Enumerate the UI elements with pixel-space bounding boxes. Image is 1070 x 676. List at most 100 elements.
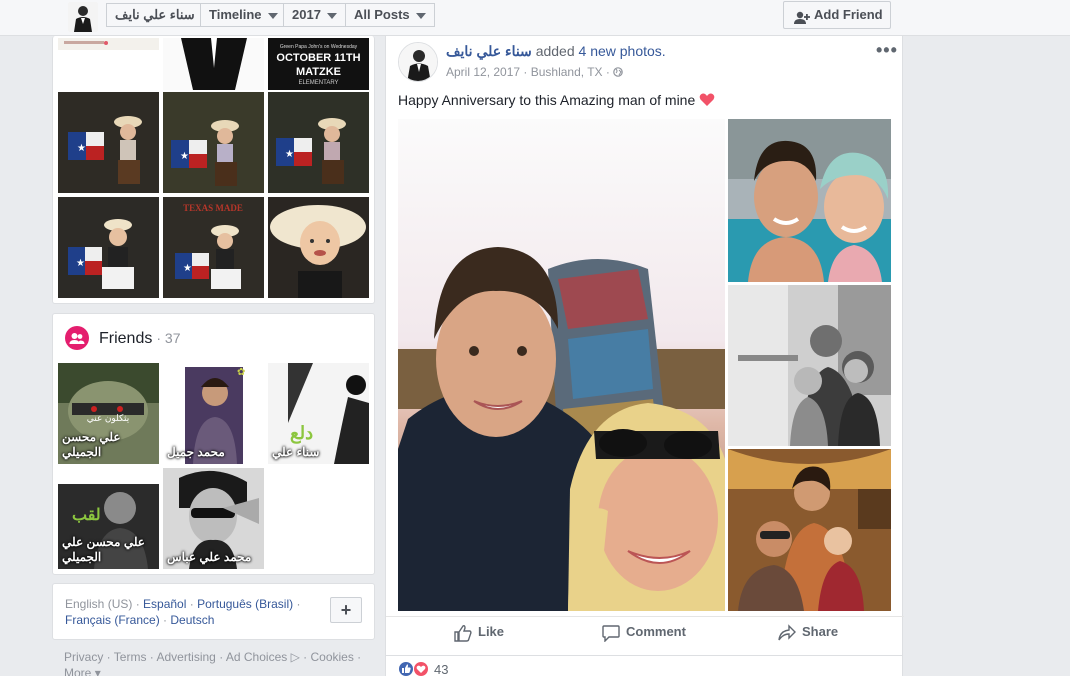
svg-text:لقب: لقب	[72, 507, 101, 524]
texas-made-text: TEXAS MADE	[183, 203, 243, 213]
caret-down-icon: ▾	[94, 666, 101, 676]
photo-thumbnail[interactable]: ★	[163, 92, 264, 193]
post-photo-thumb[interactable]	[728, 119, 891, 282]
photo-thumbnail[interactable]: Green Papa John's on Wednesday October 1…	[268, 38, 369, 90]
add-language-button[interactable]: +	[330, 597, 362, 623]
footer-link-advertising[interactable]: Advertising	[156, 650, 215, 664]
reaction-count: 43	[434, 662, 449, 676]
svg-text:★: ★	[77, 143, 86, 154]
chevron-down-icon	[326, 12, 337, 19]
svg-text:★: ★	[285, 149, 294, 160]
language-link-pt[interactable]: Português (Brasil)	[197, 597, 293, 611]
footer-link-privacy[interactable]: Privacy	[64, 650, 103, 664]
language-link-fr[interactable]: Français (France)	[65, 613, 160, 627]
svg-text:★: ★	[180, 151, 189, 162]
friend-tile[interactable]: ✿ محمد جميل	[163, 363, 264, 464]
post-date[interactable]: April 12, 2017	[446, 65, 520, 79]
share-button[interactable]: Share	[778, 617, 838, 647]
add-friend-label: Add Friend	[814, 7, 883, 22]
post-meta: April 12, 2017 · Bushland, TX ·	[446, 65, 624, 79]
footer-links: Privacy · Terms · Advertising · Ad Choic…	[64, 649, 374, 676]
share-label: Share	[802, 624, 839, 639]
comment-button[interactable]: Comment	[602, 617, 686, 647]
poster-subtitle-text: Elementary	[298, 80, 339, 86]
timeline-header-bar: سناء علي نايف Timeline 2017 All Posts Ad…	[0, 0, 1070, 36]
post-author-avatar[interactable]	[398, 42, 438, 82]
photo-thumbnail[interactable]	[163, 38, 264, 90]
friend-name: علي محسن علي الجميلي	[62, 535, 145, 564]
post-photo-thumb[interactable]	[728, 285, 891, 446]
like-reaction-icon	[398, 661, 414, 676]
friends-title-label: Friends	[99, 330, 153, 347]
footer-link-cookies[interactable]: Cookies	[310, 650, 353, 664]
profile-name-label: سناء علي نايف	[115, 7, 195, 22]
comment-icon	[602, 624, 626, 643]
ad-choices-icon: ▷	[287, 650, 300, 664]
current-language: English (US)	[65, 597, 133, 611]
post-header: سناء علي نايف added 4 new photos.	[446, 43, 666, 60]
post-photo-thumb[interactable]	[728, 449, 891, 611]
chevron-down-icon	[415, 12, 426, 19]
friend-tile[interactable]: لقب علي محسن علي الجميلي	[58, 468, 159, 569]
language-list: English (US) · Español · Português (Bras…	[65, 597, 301, 627]
photo-thumbnail[interactable]: ★	[268, 92, 369, 193]
poster-small-text: Green Papa John's on Wednesday	[279, 44, 358, 50]
friend-tile[interactable]: محمد علي عباس	[163, 468, 264, 569]
plus-icon: +	[340, 600, 352, 620]
poster-school-text: Matzke	[295, 66, 341, 78]
photo-thumbnail[interactable]: TEXAS MADE ★	[163, 197, 264, 298]
friend-name: محمد جميل	[167, 445, 225, 459]
post-author-link[interactable]: سناء علي نايف	[446, 43, 532, 59]
post-options-menu[interactable]: •••	[876, 40, 898, 61]
ad-choices-label: Ad Choices	[225, 650, 288, 664]
friend-name: سناء علي	[272, 445, 320, 459]
language-link-de[interactable]: Deutsch	[170, 613, 214, 627]
like-icon	[454, 624, 478, 642]
svg-text:★: ★	[76, 258, 85, 269]
post-text: Happy Anniversary to this Amazing man of…	[398, 92, 715, 108]
photo-thumbnail[interactable]: ★	[58, 92, 159, 193]
language-link-es[interactable]: Español	[143, 597, 186, 611]
like-button[interactable]: Like	[454, 617, 504, 647]
friends-card: Friends · 37 يثكلون عني علي محسن الجميلي …	[52, 313, 375, 575]
photos-card: Green Papa John's on Wednesday October 1…	[52, 36, 375, 304]
add-friend-button[interactable]: Add Friend	[783, 1, 891, 29]
friend-name: محمد علي عباس	[167, 550, 252, 564]
footer-link-terms[interactable]: Terms	[114, 650, 147, 664]
timeline-dropdown[interactable]: Timeline	[200, 3, 287, 27]
friend-tile[interactable]: دلع سناء علي	[268, 363, 369, 464]
globe-icon[interactable]	[613, 65, 624, 79]
filter-label: All Posts	[354, 7, 410, 22]
post-action-bar: Like Comment Share	[386, 616, 904, 646]
svg-text:يثكلون عني: يثكلون عني	[87, 413, 130, 424]
footer-link-ad-choices[interactable]: Ad Choices ▷	[226, 650, 300, 664]
timeline-label: Timeline	[209, 7, 262, 22]
photo-thumbnail[interactable]: ★	[58, 197, 159, 298]
post-location[interactable]: Bushland, TX	[531, 65, 603, 79]
post-message: Happy Anniversary to this Amazing man of…	[398, 92, 696, 108]
love-reaction-icon	[413, 661, 429, 676]
profile-avatar[interactable]	[68, 2, 98, 32]
chevron-down-icon	[267, 12, 278, 19]
heart-icon	[699, 92, 715, 108]
reactions-summary[interactable]: 43	[385, 656, 903, 676]
profile-name-button[interactable]: سناء علي نايف	[106, 3, 204, 27]
year-dropdown[interactable]: 2017	[283, 3, 346, 27]
friends-count: · 37	[156, 330, 181, 346]
filter-dropdown[interactable]: All Posts	[345, 3, 435, 27]
photo-thumbnail[interactable]	[268, 197, 369, 298]
post-photo-main[interactable]	[398, 119, 725, 611]
friends-icon	[65, 326, 89, 350]
post-card: سناء علي نايف added 4 new photos. April …	[385, 36, 904, 656]
friends-title[interactable]: Friends · 37	[99, 330, 180, 348]
poster-date-text: October 11th	[276, 52, 361, 64]
post-photos-link[interactable]: 4 new photos.	[579, 43, 666, 59]
language-card: English (US) · Español · Português (Bras…	[52, 583, 375, 640]
svg-text:✿: ✿	[237, 367, 245, 378]
footer-link-more[interactable]: More ▾	[64, 666, 101, 676]
friend-tile[interactable]: يثكلون عني علي محسن الجميلي	[58, 363, 159, 464]
photo-thumbnail[interactable]	[58, 38, 159, 50]
year-label: 2017	[292, 7, 321, 22]
share-icon	[778, 623, 802, 640]
svg-text:★: ★	[183, 263, 192, 274]
